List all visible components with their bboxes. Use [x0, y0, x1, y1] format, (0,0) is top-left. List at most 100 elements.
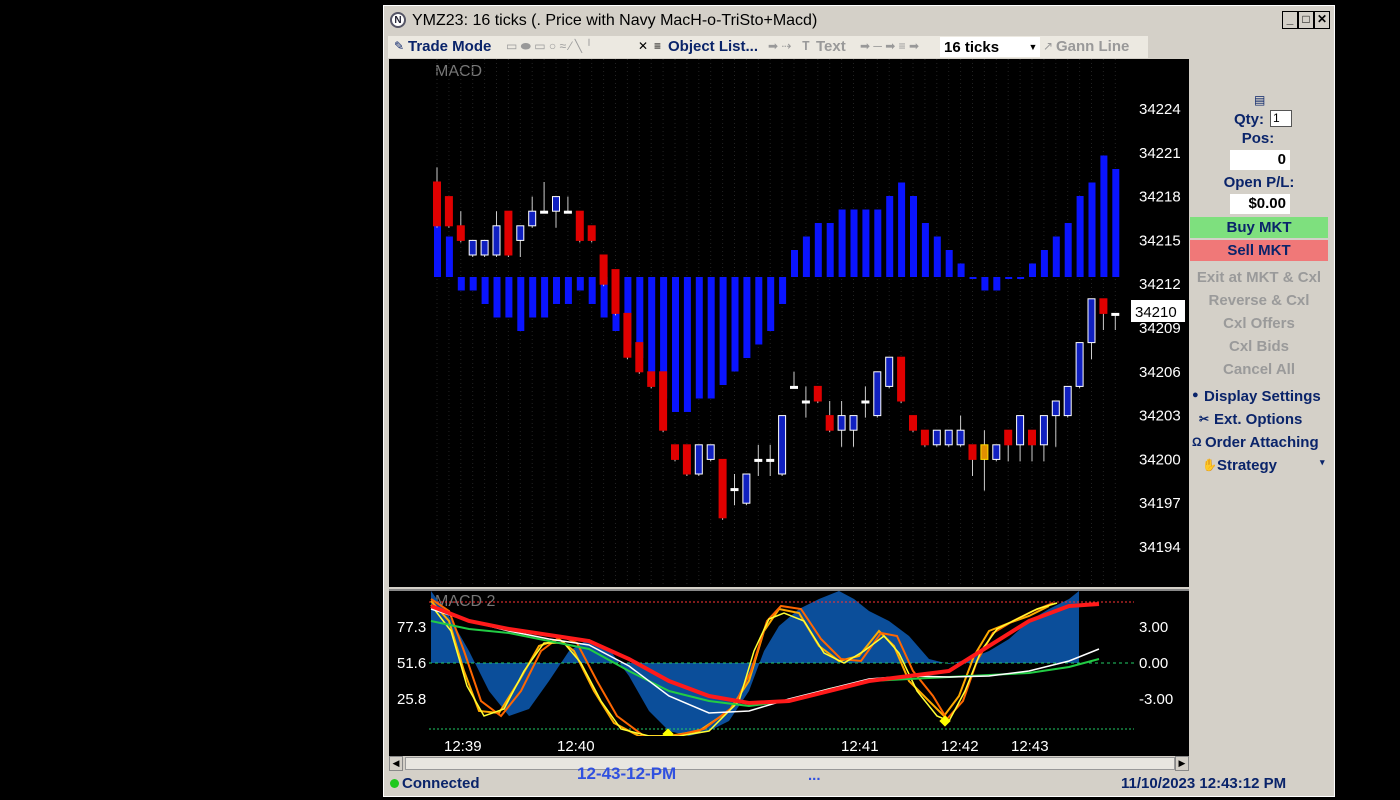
scroll-right-icon[interactable]: ▶: [1175, 756, 1189, 771]
candle-body: [801, 400, 810, 404]
candle-body: [909, 415, 917, 431]
candle-body: [790, 385, 798, 389]
price-tick-label: 34212: [1139, 276, 1181, 293]
text-tool-button[interactable]: Text: [816, 38, 846, 55]
price-tick-label: 34215: [1139, 232, 1181, 249]
text-tool-icon: 𝐓: [802, 39, 810, 53]
toolbar: ✎ Trade Mode ▭ ⬬ ▭ ○ ≈ ⁄ ╲ ╵ ✕ ≡ Object …: [388, 36, 1148, 58]
candle-body: [730, 488, 739, 492]
object-list-button[interactable]: Object List...: [668, 38, 758, 55]
oscillator-right-tick: 3.00: [1139, 619, 1168, 636]
notepad-icon[interactable]: ▤: [1254, 93, 1265, 107]
histogram-bar: [1029, 263, 1036, 277]
candle-body: [456, 225, 465, 241]
histogram-bar: [993, 277, 1001, 291]
candle-body: [1016, 415, 1025, 446]
pos-value: 0: [1230, 150, 1290, 170]
candle-body: [956, 429, 965, 446]
ext-options-button[interactable]: Ext. Options: [1214, 411, 1302, 428]
title-bar[interactable]: N YMZ23: 16 ticks (. Price with Navy Mac…: [384, 6, 1334, 36]
candle-body: [778, 415, 787, 475]
chevron-down-icon[interactable]: ▾: [1320, 457, 1325, 468]
candle-body: [492, 225, 501, 256]
scroll-left-icon[interactable]: ◀: [389, 756, 403, 771]
gann-icon: ↗: [1043, 39, 1054, 53]
candle-body: [671, 444, 679, 460]
histogram-bar: [1100, 155, 1108, 277]
histogram-bar: [648, 277, 656, 372]
minimize-button[interactable]: _: [1282, 11, 1298, 29]
histogram-bar: [493, 277, 501, 318]
candle-body: [885, 356, 894, 387]
cancel-all-button[interactable]: Cancel All: [1190, 361, 1328, 378]
histogram-bar: [1076, 196, 1084, 277]
maximize-button[interactable]: □: [1298, 11, 1314, 29]
gann-line-button[interactable]: Gann Line: [1056, 38, 1129, 55]
candle-body: [552, 196, 560, 212]
price-chart-svg: 34224 34221 34218 34215 34212 34209 34206 34203…: [433, 59, 1185, 587]
price-tick-label: 34197: [1139, 495, 1181, 512]
histogram-bar: [1005, 277, 1013, 279]
candle-body: [742, 473, 751, 504]
candle-body: [849, 415, 858, 431]
candle-body: [944, 429, 953, 446]
center-clock: 12-43-12-PM: [577, 764, 677, 783]
chevron-down-icon[interactable]: ▼: [1026, 37, 1040, 57]
candle-body: [647, 371, 656, 387]
candle-body: [1039, 415, 1048, 446]
histogram-bar: [957, 263, 965, 277]
candle-body: [1111, 312, 1120, 316]
line-tools-icon[interactable]: ➡ ─ ➡ ≡ ➡: [860, 39, 919, 53]
time-label: 12:41: [841, 738, 879, 755]
list-icon: ≡: [654, 39, 662, 53]
drawing-tools-icon[interactable]: ▭ ⬬ ▭ ○ ≈ ⁄ ╲ ╵: [506, 39, 593, 54]
price-chart-panel[interactable]: MACD 34224 34221 34218 34215 34212 34209 34206…: [389, 59, 1189, 587]
candle-body: [1099, 298, 1108, 314]
exit-at-mkt-button[interactable]: Exit at MKT & Cxl: [1190, 269, 1328, 286]
price-tick-label: 34221: [1139, 145, 1181, 162]
candle-body: [992, 444, 1001, 460]
delete-icon[interactable]: ✕: [638, 39, 648, 53]
price-tick-label: 34203: [1139, 408, 1181, 425]
close-button[interactable]: ✕: [1314, 11, 1330, 29]
strategy-button[interactable]: Strategy: [1217, 457, 1277, 474]
window-title: YMZ23: 16 ticks (. Price with Navy MacH-…: [412, 12, 818, 29]
candle-body: [528, 210, 537, 227]
oscillator-right-tick: -3.00: [1139, 691, 1173, 708]
oscillator-panel[interactable]: MACD 2 77.3 51.6 25.8 3.00 0.00 -3.00: [389, 589, 1189, 756]
time-label: 12:39: [444, 738, 482, 755]
buy-mkt-button[interactable]: Buy MKT: [1190, 217, 1328, 238]
histogram-bar: [695, 277, 703, 399]
trade-mode-button[interactable]: Trade Mode: [408, 38, 491, 55]
order-attaching-button[interactable]: Order Attaching: [1205, 434, 1319, 451]
histogram-bar: [517, 277, 525, 331]
time-label: 12:42: [941, 738, 979, 755]
scroll-thumb[interactable]: [405, 757, 1175, 770]
interval-value: 16 ticks: [944, 39, 1000, 56]
arrow-icon[interactable]: ➡ ⇢: [768, 39, 791, 53]
candle-body: [825, 415, 834, 431]
candle-body: [611, 269, 620, 314]
sell-mkt-button[interactable]: Sell MKT: [1190, 240, 1328, 261]
cxl-bids-button[interactable]: Cxl Bids: [1190, 338, 1328, 355]
candle-body: [1063, 385, 1072, 417]
display-settings-button[interactable]: Display Settings: [1204, 388, 1321, 405]
reverse-button[interactable]: Reverse & Cxl: [1190, 292, 1328, 309]
histogram-bar: [1040, 250, 1048, 277]
candle-body: [540, 210, 549, 214]
candle-body: [837, 415, 846, 431]
candle-body: [968, 444, 977, 460]
qty-label: Qty:: [1234, 111, 1264, 128]
status-datetime: 11/10/2023 12:43:12 PM: [1121, 775, 1287, 792]
histogram-bar: [672, 277, 679, 412]
histogram-bar: [553, 277, 560, 304]
qty-stepper[interactable]: 1: [1270, 110, 1292, 127]
candle-body: [980, 444, 989, 460]
interval-select[interactable]: 16 ticks ▼: [940, 37, 1040, 57]
cxl-offers-button[interactable]: Cxl Offers: [1190, 315, 1328, 332]
candle-body: [504, 210, 513, 256]
histogram-bar: [767, 277, 775, 331]
horizontal-scrollbar[interactable]: ◀ ▶: [389, 756, 1189, 771]
price-tick-label: 34194: [1139, 539, 1181, 556]
histogram-bar: [719, 277, 727, 385]
